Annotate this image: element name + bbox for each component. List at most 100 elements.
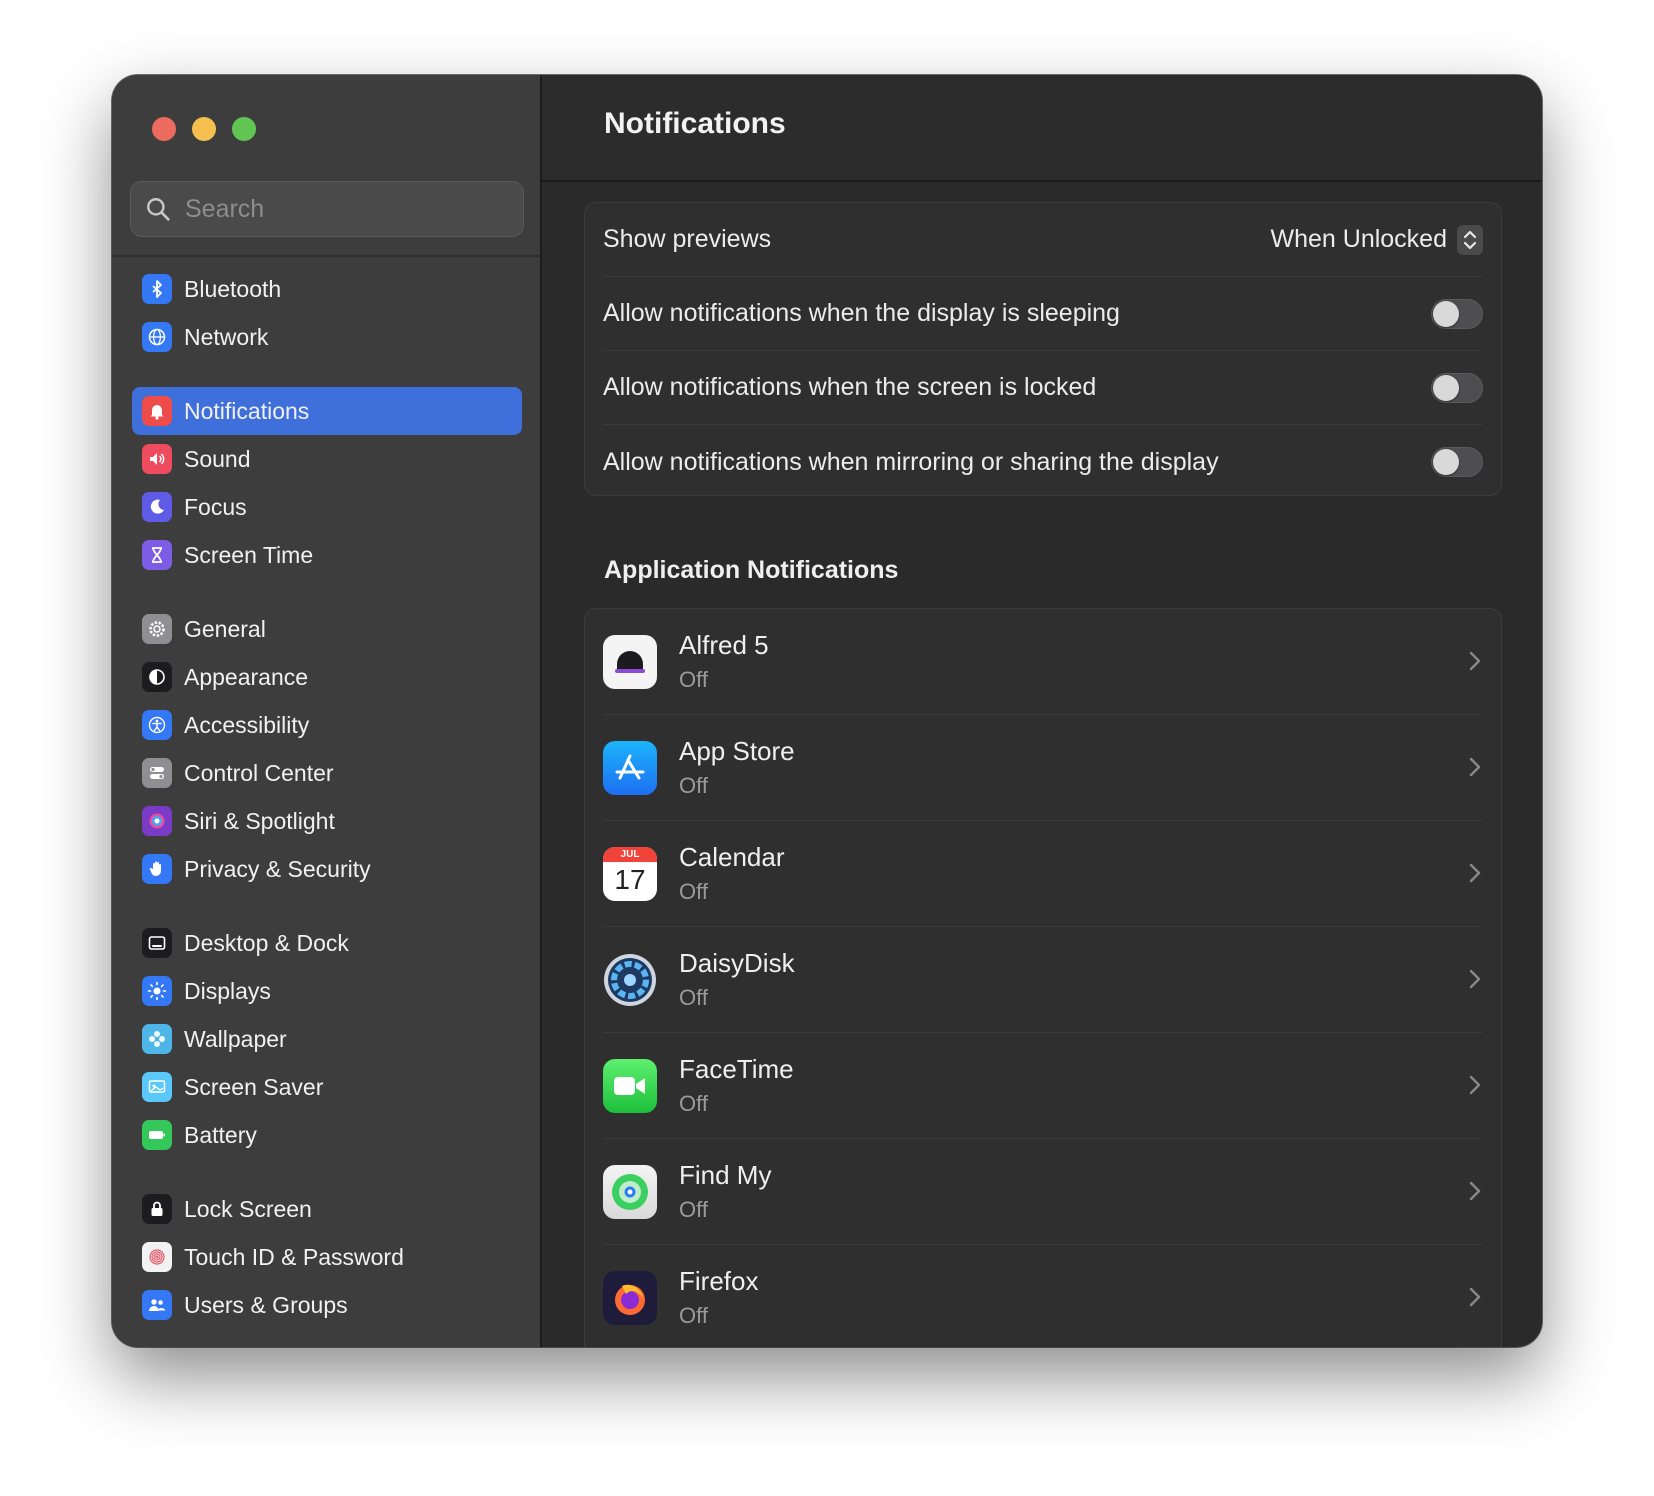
sidebar-item-siri-and-spotlight[interactable]: Siri & Spotlight — [132, 797, 522, 845]
gear-icon — [142, 614, 172, 644]
app-text: Firefox Off — [679, 1266, 758, 1329]
toggle-switch[interactable] — [1431, 298, 1483, 329]
sidebar-item-general[interactable]: General — [132, 605, 522, 653]
window-controls — [152, 117, 256, 141]
sidebar-item-users-and-groups[interactable]: Users & Groups — [132, 1281, 522, 1329]
sidebar-item-screen-saver[interactable]: Screen Saver — [132, 1063, 522, 1111]
app-row[interactable]: Firefox Off — [603, 1245, 1483, 1347]
app-row[interactable]: Find My Off — [603, 1139, 1483, 1245]
sidebar-item-notifications[interactable]: Notifications — [132, 387, 522, 435]
app-row[interactable]: Alfred 5 Off — [603, 609, 1483, 715]
daisydisk-icon — [603, 953, 657, 1007]
app-text: DaisyDisk Off — [679, 948, 795, 1011]
sidebar-item-focus[interactable]: Focus — [132, 483, 522, 531]
app-name: DaisyDisk — [679, 948, 795, 978]
close-button[interactable] — [152, 117, 176, 141]
sidebar-item-network[interactable]: Network — [132, 313, 522, 361]
sidebar-item-battery[interactable]: Battery — [132, 1111, 522, 1159]
app-name: Alfred 5 — [679, 630, 769, 660]
application-list: Alfred 5 Off App Store Off JUL 17 Calendar Off D… — [584, 608, 1502, 1347]
sidebar-item-desktop-and-dock[interactable]: Desktop & Dock — [132, 919, 522, 967]
app-row[interactable]: JUL 17 Calendar Off — [603, 821, 1483, 927]
sidebar-item-label: Notifications — [184, 397, 310, 424]
toggle-label: Allow notifications when the screen is l… — [603, 373, 1097, 401]
search-field[interactable] — [130, 181, 524, 237]
find-my-icon — [603, 1164, 657, 1219]
battery-icon — [142, 1120, 172, 1150]
fingerprint-icon — [142, 1242, 172, 1272]
app-name: Find My — [679, 1160, 772, 1190]
minimize-button[interactable] — [192, 117, 216, 141]
sidebar-item-label: Users & Groups — [184, 1291, 348, 1318]
app-status: Off — [679, 879, 708, 904]
sidebar-item-label: Privacy & Security — [184, 855, 371, 882]
notification-settings-card: Show previews When Unlocked Allow notifi… — [584, 202, 1502, 496]
app-text: FaceTime Off — [679, 1054, 794, 1117]
sidebar-item-label: Accessibility — [184, 711, 310, 738]
toggle-row: Allow notifications when mirroring or sh… — [603, 425, 1483, 499]
sidebar-item-sound[interactable]: Sound — [132, 435, 522, 483]
sidebar-item-label: Touch ID & Password — [184, 1243, 404, 1270]
app-row[interactable]: DaisyDisk Off — [603, 927, 1483, 1033]
sidebar-item-accessibility[interactable]: Accessibility — [132, 701, 522, 749]
sidebar-item-label: Appearance — [184, 663, 309, 690]
calendar-icon: JUL 17 — [603, 846, 657, 901]
sidebar-item-label: Screen Time — [184, 541, 314, 568]
app-row[interactable]: FaceTime Off — [603, 1033, 1483, 1139]
sidebar-item-screen-time[interactable]: Screen Time — [132, 531, 522, 579]
app-text: Calendar Off — [679, 842, 785, 905]
toggle-label: Allow notifications when the display is … — [603, 299, 1120, 327]
lock-icon — [142, 1194, 172, 1224]
sidebar-item-label: Bluetooth — [184, 275, 282, 302]
users-icon — [142, 1290, 172, 1320]
app-status: Off — [679, 667, 708, 692]
screen-saver-icon — [142, 1072, 172, 1102]
sidebar-item-control-center[interactable]: Control Center — [132, 749, 522, 797]
calendar-day: 17 — [614, 863, 646, 895]
sidebar: Bluetooth Network Notifications Sound Focus S… — [112, 75, 542, 1347]
toggle-switch[interactable] — [1431, 372, 1483, 403]
app-name: Calendar — [679, 842, 785, 872]
chevron-right-icon — [1469, 757, 1481, 777]
sidebar-item-appearance[interactable]: Appearance — [132, 653, 522, 701]
sidebar-divider — [112, 255, 540, 257]
chevron-right-icon — [1469, 1287, 1481, 1307]
toggle-row: Allow notifications when the display is … — [603, 277, 1483, 351]
show-previews-value: When Unlocked — [1270, 225, 1447, 253]
app-row[interactable]: App Store Off — [603, 715, 1483, 821]
settings-window: Bluetooth Network Notifications Sound Focus S… — [112, 75, 1542, 1347]
sidebar-item-lock-screen[interactable]: Lock Screen — [132, 1185, 522, 1233]
zoom-button[interactable] — [232, 117, 256, 141]
sidebar-item-label: Network — [184, 323, 269, 350]
chevron-right-icon — [1469, 969, 1481, 989]
globe-icon — [142, 322, 172, 352]
control-center-icon — [142, 758, 172, 788]
app-status: Off — [679, 1197, 708, 1222]
toggle-knob — [1433, 449, 1459, 475]
sidebar-item-displays[interactable]: Displays — [132, 967, 522, 1015]
chevron-right-icon — [1469, 863, 1481, 883]
sidebar-item-label: General — [184, 615, 266, 642]
search-input[interactable] — [185, 194, 505, 224]
app-status: Off — [679, 773, 708, 798]
hourglass-icon — [142, 540, 172, 570]
toggle-knob — [1433, 374, 1459, 401]
show-previews-label: Show previews — [603, 225, 772, 253]
sun-icon — [142, 976, 172, 1006]
alfred-icon — [603, 634, 657, 689]
bluetooth-icon — [142, 274, 172, 304]
app-text: Find My Off — [679, 1160, 771, 1223]
sidebar-item-touch-id-and-password[interactable]: Touch ID & Password — [132, 1233, 522, 1281]
sidebar-item-bluetooth[interactable]: Bluetooth — [132, 265, 522, 313]
toggle-switch[interactable] — [1431, 447, 1483, 477]
application-notifications-heading: Application Notifications — [604, 556, 899, 584]
app-store-icon — [603, 740, 657, 795]
sidebar-item-label: Displays — [184, 977, 271, 1004]
show-previews-select[interactable]: When Unlocked — [1270, 224, 1483, 255]
sidebar-item-wallpaper[interactable]: Wallpaper — [132, 1015, 522, 1063]
sidebar-item-privacy-and-security[interactable]: Privacy & Security — [132, 845, 522, 893]
